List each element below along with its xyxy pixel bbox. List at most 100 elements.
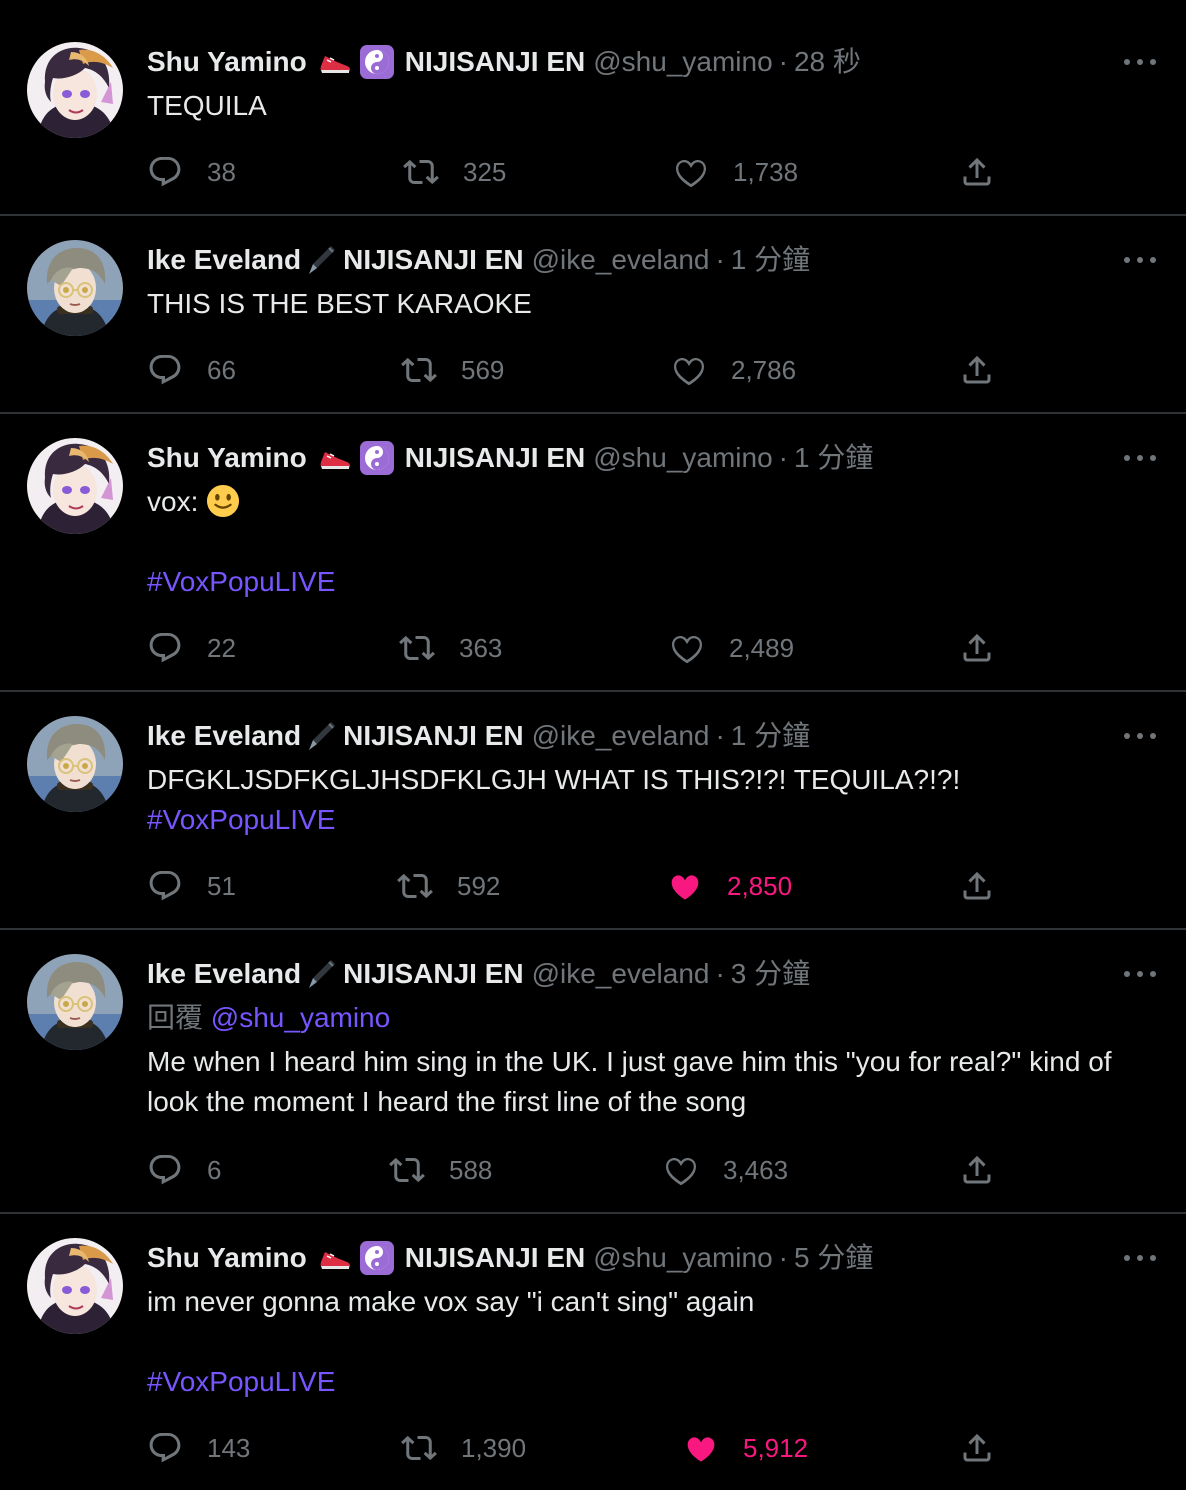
tweet-actions: 51 592 2,850 — [147, 866, 1017, 906]
retweet-button[interactable]: 588 — [389, 1150, 492, 1190]
share-button[interactable] — [959, 350, 995, 390]
avatar[interactable] — [27, 42, 123, 138]
share-button[interactable] — [959, 866, 995, 906]
tweet[interactable]: Ike Eveland NIJISANJI EN @ike_eveland · … — [0, 930, 1186, 1214]
author-handle[interactable]: @shu_yamino — [593, 42, 772, 82]
like-count: 5,912 — [743, 1433, 809, 1463]
tweet-body: Me when I heard him sing in the UK. I ju… — [147, 1046, 1112, 1117]
tweet-body: im never gonna make vox say "i can't sin… — [147, 1286, 755, 1317]
tweet[interactable]: Shu Yamino NIJISANJI EN @shu_yamino · 1 … — [0, 414, 1186, 692]
tweet[interactable]: Shu Yamino NIJISANJI EN @shu_yamino · 28… — [0, 0, 1186, 216]
like-count: 2,786 — [731, 355, 797, 385]
hashtag-link[interactable]: #VoxPopuLIVE — [147, 1366, 335, 1397]
avatar[interactable] — [27, 954, 123, 1050]
reply-button[interactable]: 22 — [147, 628, 236, 668]
retweet-button[interactable]: 325 — [403, 152, 506, 192]
tweet-timestamp[interactable]: 1 分鐘 — [794, 438, 873, 478]
tweet[interactable]: Ike Eveland NIJISANJI EN @ike_eveland · … — [0, 216, 1186, 414]
hashtag-link[interactable]: #VoxPopuLIVE — [147, 804, 335, 835]
author-org[interactable]: NIJISANJI EN — [405, 42, 586, 82]
tweet-text: im never gonna make vox say "i can't sin… — [147, 1282, 1157, 1402]
author-handle[interactable]: @ike_eveland — [532, 954, 710, 994]
like-button[interactable]: 1,738 — [673, 152, 798, 192]
avatar[interactable] — [27, 240, 123, 336]
tweet-actions: 143 1,390 5,912 — [147, 1428, 1017, 1468]
author-handle[interactable]: @shu_yamino — [593, 438, 772, 478]
like-button[interactable]: 2,489 — [669, 628, 794, 668]
sneaker-emoji — [317, 44, 353, 80]
tweet-timestamp[interactable]: 3 分鐘 — [731, 954, 810, 994]
heart-icon — [669, 630, 705, 666]
retweet-icon — [399, 630, 435, 666]
tweet-timestamp[interactable]: 28 秒 — [794, 42, 861, 82]
retweet-count: 588 — [449, 1155, 493, 1185]
tweet-actions: 22 363 2,489 — [147, 628, 1017, 668]
mention-link[interactable]: @shu_yamino — [211, 1002, 390, 1033]
reply-bubble-icon — [147, 154, 183, 190]
tweet-timestamp[interactable]: 1 分鐘 — [731, 716, 810, 756]
tweet-header: Ike Eveland NIJISANJI EN @ike_eveland · … — [147, 954, 810, 994]
share-button[interactable] — [959, 628, 995, 668]
tweet-timestamp[interactable]: 1 分鐘 — [731, 240, 810, 280]
author-name[interactable]: Ike Eveland — [147, 716, 301, 756]
reply-count: 22 — [207, 633, 236, 663]
avatar-ike-eveland — [27, 954, 123, 1050]
tweet-actions: 6 588 3,463 — [147, 1150, 1017, 1190]
share-button[interactable] — [959, 1150, 995, 1190]
author-name[interactable]: Ike Eveland — [147, 240, 301, 280]
author-handle[interactable]: @shu_yamino — [593, 1238, 772, 1278]
reply-count: 6 — [207, 1155, 222, 1185]
hashtag-link[interactable]: #VoxPopuLIVE — [147, 566, 335, 597]
tweet-text: THIS IS THE BEST KARAOKE — [147, 284, 1157, 324]
retweet-button[interactable]: 569 — [401, 350, 504, 390]
reply-bubble-icon — [147, 630, 183, 666]
retweet-icon — [397, 868, 433, 904]
author-org[interactable]: NIJISANJI EN — [405, 1238, 586, 1278]
more-dots-icon[interactable] — [1124, 56, 1156, 68]
author-handle[interactable]: @ike_eveland — [532, 716, 710, 756]
retweet-button[interactable]: 363 — [399, 628, 502, 668]
reply-button[interactable]: 143 — [147, 1428, 250, 1468]
reply-button[interactable]: 6 — [147, 1150, 221, 1190]
like-count: 2,489 — [729, 633, 795, 663]
author-org[interactable]: NIJISANJI EN — [343, 716, 524, 756]
like-button[interactable]: 2,786 — [671, 350, 796, 390]
tweet-timestamp[interactable]: 5 分鐘 — [794, 1238, 873, 1278]
author-name[interactable]: Shu Yamino — [147, 42, 307, 82]
reply-button[interactable]: 66 — [147, 350, 236, 390]
author-org[interactable]: NIJISANJI EN — [343, 240, 524, 280]
share-icon — [959, 1152, 995, 1188]
like-button[interactable]: 2,850 — [667, 866, 792, 906]
reply-button[interactable]: 38 — [147, 152, 236, 192]
retweet-button[interactable]: 1,390 — [401, 1428, 526, 1468]
share-icon — [959, 868, 995, 904]
like-button[interactable]: 5,912 — [683, 1428, 808, 1468]
avatar[interactable] — [27, 716, 123, 812]
avatar[interactable] — [27, 1238, 123, 1334]
more-dots-icon[interactable] — [1124, 730, 1156, 742]
like-button[interactable]: 3,463 — [663, 1150, 788, 1190]
more-dots-icon[interactable] — [1124, 968, 1156, 980]
more-dots-icon[interactable] — [1124, 1252, 1156, 1264]
share-button[interactable] — [959, 152, 995, 192]
avatar[interactable] — [27, 438, 123, 534]
author-name[interactable]: Ike Eveland — [147, 954, 301, 994]
share-button[interactable] — [959, 1428, 995, 1468]
reply-button[interactable]: 51 — [147, 866, 236, 906]
author-name[interactable]: Shu Yamino — [147, 1238, 307, 1278]
author-name[interactable]: Shu Yamino — [147, 438, 307, 478]
tweet[interactable]: Ike Eveland NIJISANJI EN @ike_eveland · … — [0, 692, 1186, 930]
author-org[interactable]: NIJISANJI EN — [343, 954, 524, 994]
more-dots-icon[interactable] — [1124, 452, 1156, 464]
more-dots-icon[interactable] — [1124, 254, 1156, 266]
heart-icon — [673, 154, 709, 190]
fountain-pen-emoji — [303, 956, 339, 992]
separator-dot: · — [778, 442, 788, 473]
author-handle[interactable]: @ike_eveland — [532, 240, 710, 280]
retweet-button[interactable]: 592 — [397, 866, 500, 906]
share-icon — [959, 154, 995, 190]
author-org[interactable]: NIJISANJI EN — [405, 438, 586, 478]
tweet[interactable]: Shu Yamino NIJISANJI EN @shu_yamino · 5 … — [0, 1214, 1186, 1490]
fountain-pen-emoji — [303, 718, 339, 754]
